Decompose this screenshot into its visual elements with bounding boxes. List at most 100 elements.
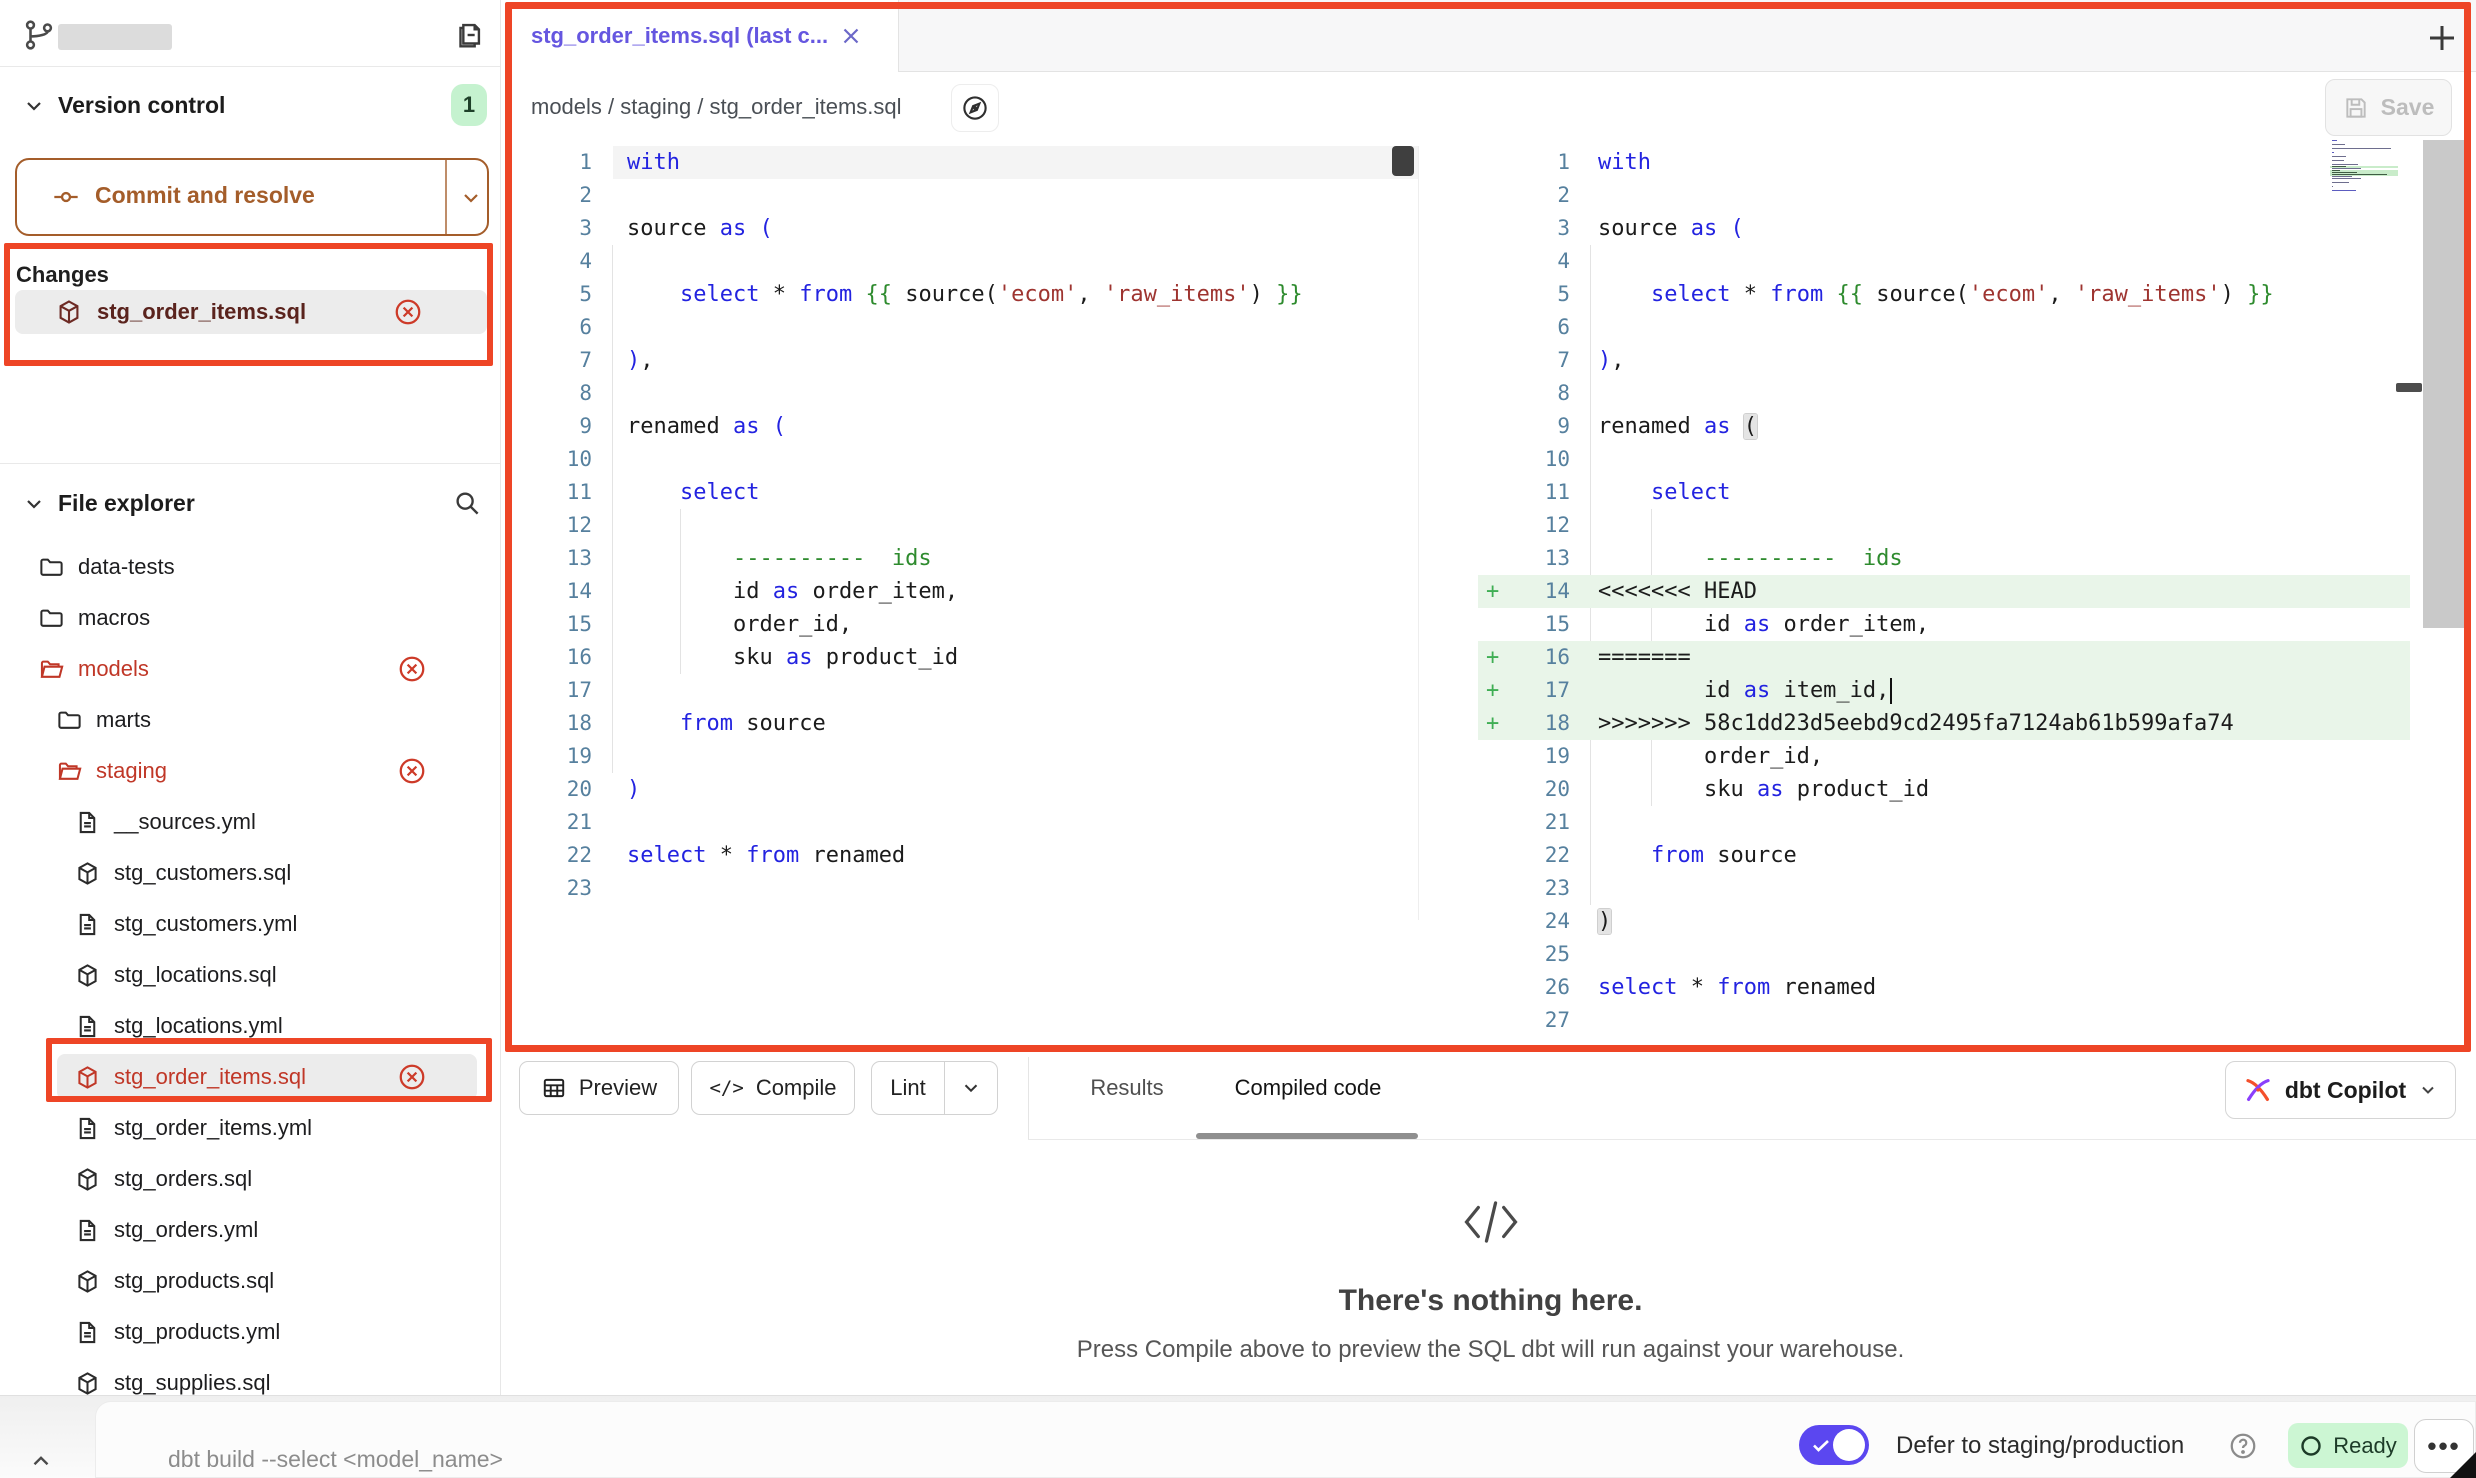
defer-toggle[interactable] <box>1799 1425 1869 1465</box>
minimap[interactable] <box>2330 140 2398 198</box>
editor-line-8[interactable]: 8 <box>1478 377 2476 410</box>
tab-results[interactable]: Results <box>1081 1061 1173 1115</box>
editor-line-27[interactable]: 27 <box>1478 1004 2476 1037</box>
editor-line-2[interactable]: 2 <box>505 179 1418 212</box>
editor-line-17[interactable]: +17 id as item_id, <box>1478 674 2476 707</box>
editor-line-18[interactable]: 18 from source <box>505 707 1418 740</box>
editor-line-4[interactable]: 4 <box>1478 245 2476 278</box>
cube-icon <box>74 1166 101 1193</box>
editor-line-21[interactable]: 21 <box>1478 806 2476 839</box>
save-button[interactable]: Save <box>2325 79 2452 136</box>
editor-line-14[interactable]: +14<<<<<<< HEAD <box>1478 575 2476 608</box>
editor-line-23[interactable]: 23 <box>1478 872 2476 905</box>
editor-line-26[interactable]: 26select * from renamed <box>1478 971 2476 1004</box>
file-item-stg-products-yml[interactable]: stg_products.yml <box>0 1307 500 1357</box>
file-item-data-tests[interactable]: data-tests <box>0 542 500 592</box>
discard-icon[interactable] <box>393 297 423 327</box>
editor-line-4[interactable]: 4 <box>505 245 1418 278</box>
editor-line-3[interactable]: 3source as ( <box>1478 212 2476 245</box>
file-item-models[interactable]: models <box>0 644 500 694</box>
tab-stg-order-items[interactable]: stg_order_items.sql (last c... <box>505 0 899 72</box>
editor-line-17[interactable]: 17 <box>505 674 1418 707</box>
editor-line-5[interactable]: 5 select * from {{ source('ecom', 'raw_i… <box>1478 278 2476 311</box>
changed-file-row[interactable]: stg_order_items.sql <box>15 290 487 334</box>
help-icon[interactable] <box>2228 1431 2258 1461</box>
file-item-stg-customers-yml[interactable]: stg_customers.yml <box>0 899 500 949</box>
discard-icon[interactable] <box>397 654 427 684</box>
editor-pane-incoming[interactable]: 1with23source as (45 select * from {{ so… <box>1478 146 2476 1052</box>
file-item-stg-orders-yml[interactable]: stg_orders.yml <box>0 1205 500 1255</box>
editor-line-7[interactable]: 7), <box>505 344 1418 377</box>
scroll-handle[interactable] <box>2396 383 2422 392</box>
editor-line-13[interactable]: 13 ---------- ids <box>1478 542 2476 575</box>
left-pane-scrollbar-thumb[interactable] <box>1392 146 1414 176</box>
editor-pane-current[interactable]: 1with23source as (45 select * from {{ so… <box>505 146 1419 920</box>
tab-compiled-code[interactable]: Compiled code <box>1212 1061 1404 1115</box>
editor-line-9[interactable]: 9renamed as ( <box>505 410 1418 443</box>
file-item-stg-customers-sql[interactable]: stg_customers.sql <box>0 848 500 898</box>
editor-line-2[interactable]: 2 <box>1478 179 2476 212</box>
chevron-down-icon[interactable] <box>459 186 483 210</box>
editor-line-24[interactable]: 24) <box>1478 905 2476 938</box>
lint-button[interactable]: Lint <box>871 1061 998 1115</box>
copy-icon[interactable] <box>452 18 486 52</box>
file-item-stg-order-items-sql[interactable]: stg_order_items.sql <box>0 1052 500 1102</box>
file-item-staging[interactable]: staging <box>0 746 500 796</box>
editor-line-7[interactable]: 7), <box>1478 344 2476 377</box>
file-item-stg-locations-yml[interactable]: stg_locations.yml <box>0 1001 500 1051</box>
plus-icon[interactable] <box>2424 20 2460 56</box>
editor-line-25[interactable]: 25 <box>1478 938 2476 971</box>
editor-line-5[interactable]: 5 select * from {{ source('ecom', 'raw_i… <box>505 278 1418 311</box>
editor-line-14[interactable]: 14 id as order_item, <box>505 575 1418 608</box>
right-pane-scrollbar[interactable] <box>2423 140 2468 628</box>
editor-line-9[interactable]: 9renamed as ( <box>1478 410 2476 443</box>
editor-line-22[interactable]: 22 from source <box>1478 839 2476 872</box>
dbt-copilot-button[interactable]: dbt Copilot <box>2225 1061 2456 1119</box>
discard-icon[interactable] <box>397 1062 427 1092</box>
file-item-stg-order-items-yml[interactable]: stg_order_items.yml <box>0 1103 500 1153</box>
editor-line-1[interactable]: 1with <box>505 146 1418 179</box>
editor-line-6[interactable]: 6 <box>505 311 1418 344</box>
chevron-up-icon[interactable] <box>28 1448 54 1474</box>
file-item-macros[interactable]: macros <box>0 593 500 643</box>
editor-line-11[interactable]: 11 select <box>505 476 1418 509</box>
line-number: 13 <box>1478 542 1570 575</box>
editor-line-16[interactable]: +16======= <box>1478 641 2476 674</box>
commit-and-resolve-button[interactable]: Commit and resolve <box>15 158 489 236</box>
discard-icon[interactable] <box>397 756 427 786</box>
editor-line-12[interactable]: 12 <box>505 509 1418 542</box>
file-item-stg-orders-sql[interactable]: stg_orders.sql <box>0 1154 500 1204</box>
editor-line-19[interactable]: 19 <box>505 740 1418 773</box>
editor-line-12[interactable]: 12 <box>1478 509 2476 542</box>
editor-line-10[interactable]: 10 <box>1478 443 2476 476</box>
editor-line-16[interactable]: 16 sku as product_id <box>505 641 1418 674</box>
preview-button[interactable]: Preview <box>519 1061 679 1115</box>
editor-line-21[interactable]: 21 <box>505 806 1418 839</box>
editor-line-3[interactable]: 3source as ( <box>505 212 1418 245</box>
chevron-down-icon[interactable] <box>22 492 46 516</box>
editor-line-22[interactable]: 22select * from renamed <box>505 839 1418 872</box>
editor-line-18[interactable]: +18>>>>>>> 58c1dd23d5eebd9cd2495fa7124ab… <box>1478 707 2476 740</box>
file-item-marts[interactable]: marts <box>0 695 500 745</box>
editor-line-8[interactable]: 8 <box>505 377 1418 410</box>
editor-line-20[interactable]: 20 sku as product_id <box>1478 773 2476 806</box>
search-icon[interactable] <box>452 488 482 518</box>
editor-line-11[interactable]: 11 select <box>1478 476 2476 509</box>
compile-button[interactable]: </> Compile <box>691 1061 855 1115</box>
file-item-stg-products-sql[interactable]: stg_products.sql <box>0 1256 500 1306</box>
editor-line-10[interactable]: 10 <box>505 443 1418 476</box>
editor-line-1[interactable]: 1with <box>1478 146 2476 179</box>
chevron-down-icon[interactable] <box>22 94 46 118</box>
close-icon[interactable] <box>838 23 864 49</box>
editor-line-13[interactable]: 13 ---------- ids <box>505 542 1418 575</box>
file-item--sources-yml[interactable]: __sources.yml <box>0 797 500 847</box>
editor-line-23[interactable]: 23 <box>505 872 1418 905</box>
editor-line-20[interactable]: 20) <box>505 773 1418 806</box>
chevron-down-icon[interactable] <box>945 1077 997 1099</box>
file-item-stg-locations-sql[interactable]: stg_locations.sql <box>0 950 500 1000</box>
lineage-icon[interactable] <box>951 84 999 132</box>
editor-line-15[interactable]: 15 id as order_item, <box>1478 608 2476 641</box>
editor-line-6[interactable]: 6 <box>1478 311 2476 344</box>
editor-line-19[interactable]: 19 order_id, <box>1478 740 2476 773</box>
editor-line-15[interactable]: 15 order_id, <box>505 608 1418 641</box>
